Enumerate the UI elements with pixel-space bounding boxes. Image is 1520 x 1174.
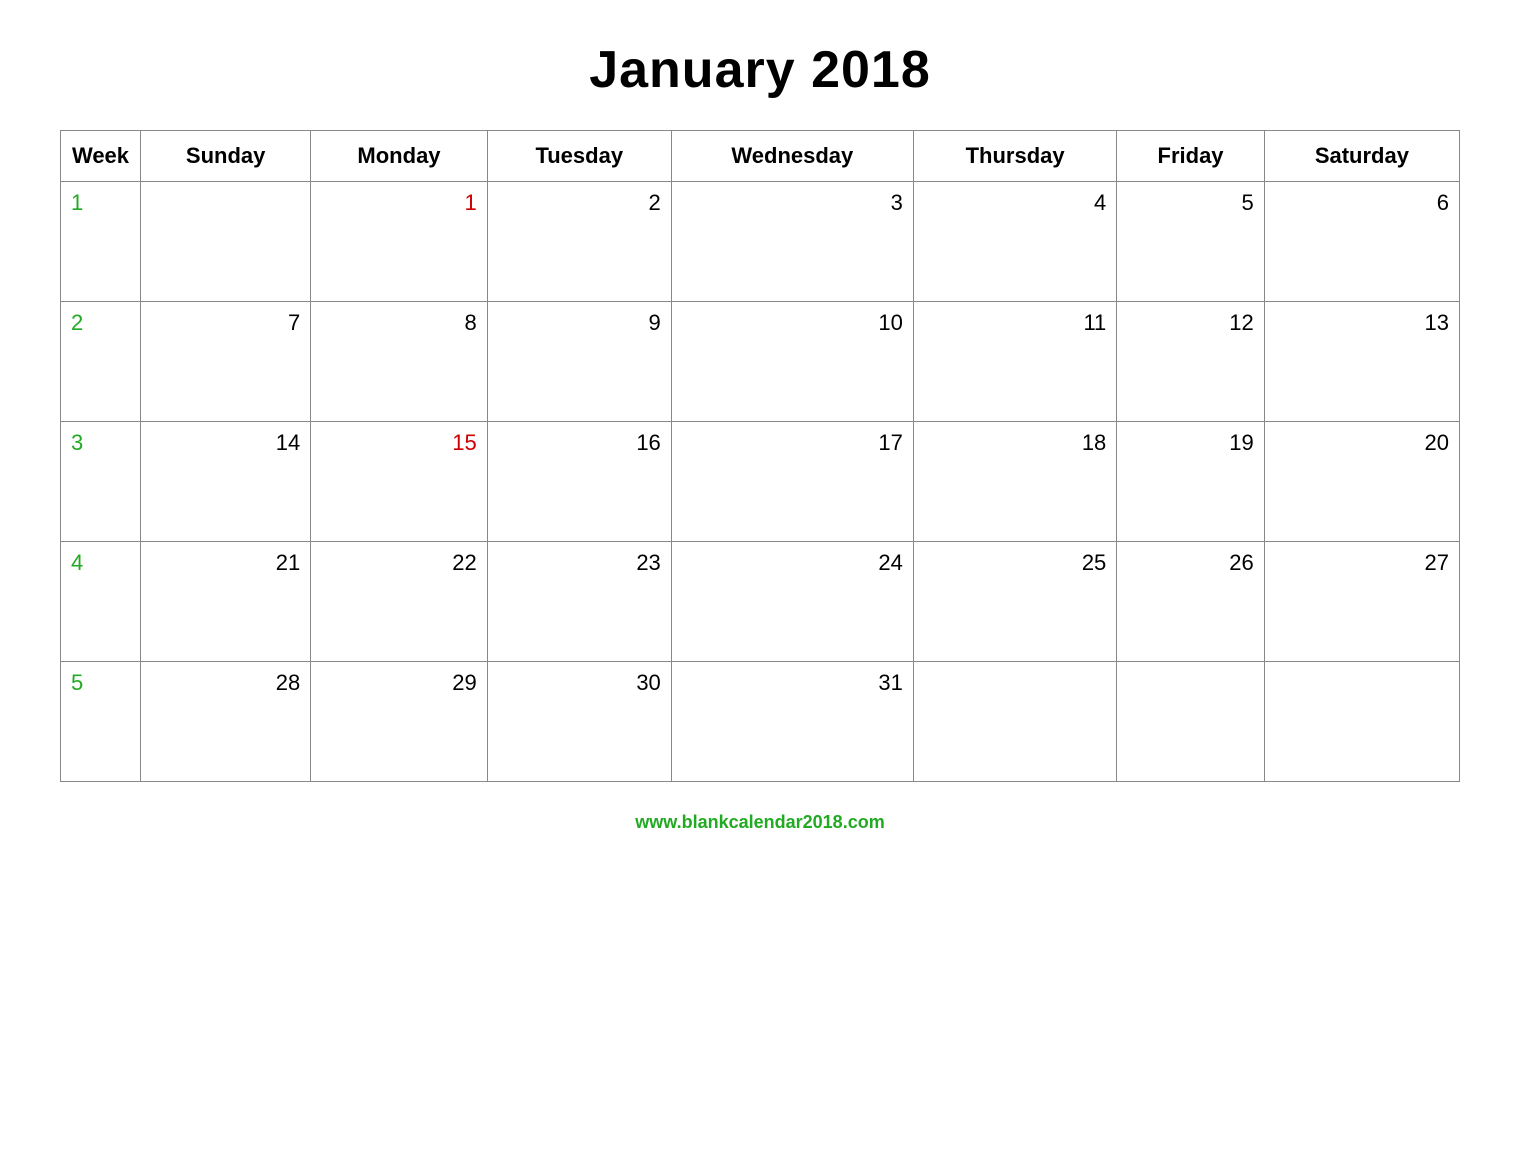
header-wednesday: Wednesday	[671, 131, 913, 182]
day-cell-13: 13	[1264, 302, 1459, 422]
header-row: Week Sunday Monday Tuesday Wednesday Thu…	[61, 131, 1460, 182]
day-cell-11: 11	[913, 302, 1116, 422]
week-label: 3	[71, 430, 83, 455]
day-cell-empty	[141, 182, 311, 302]
day-cell-21: 21	[141, 542, 311, 662]
day-cell-26: 26	[1117, 542, 1264, 662]
header-saturday: Saturday	[1264, 131, 1459, 182]
calendar-table: Week Sunday Monday Tuesday Wednesday Thu…	[60, 130, 1460, 782]
day-cell-28: 28	[141, 662, 311, 782]
week-label: 2	[71, 310, 83, 335]
footer-link: www.blankcalendar2018.com	[635, 812, 884, 833]
week-row-5: 5 28293031	[61, 662, 1460, 782]
day-cell-17: 17	[671, 422, 913, 542]
footer-url[interactable]: www.blankcalendar2018.com	[635, 812, 884, 832]
week-row-1: 1123456	[61, 182, 1460, 302]
day-cell-8: 8	[311, 302, 487, 422]
day-cell-5: 5	[1117, 182, 1264, 302]
day-cell-20: 20	[1264, 422, 1459, 542]
header-sunday: Sunday	[141, 131, 311, 182]
day-cell-2: 2	[487, 182, 671, 302]
day-cell-19: 19	[1117, 422, 1264, 542]
day-cell-empty	[913, 662, 1116, 782]
day-cell-1: 1	[311, 182, 487, 302]
day-cell-23: 23	[487, 542, 671, 662]
calendar-title: January 2018	[589, 40, 931, 100]
week-row-4: 4 21222324252627	[61, 542, 1460, 662]
week-row-2: 2 78910111213	[61, 302, 1460, 422]
header-week: Week	[61, 131, 141, 182]
header-thursday: Thursday	[913, 131, 1116, 182]
day-cell-30: 30	[487, 662, 671, 782]
week-number-3: 3	[61, 422, 141, 542]
week-label: 5	[71, 670, 83, 695]
week-number-4: 4	[61, 542, 141, 662]
header-tuesday: Tuesday	[487, 131, 671, 182]
day-cell-empty	[1117, 662, 1264, 782]
day-cell-14: 14	[141, 422, 311, 542]
week-number-2: 2	[61, 302, 141, 422]
day-cell-3: 3	[671, 182, 913, 302]
day-cell-empty	[1264, 662, 1459, 782]
day-cell-9: 9	[487, 302, 671, 422]
week-number-5: 5	[61, 662, 141, 782]
day-cell-22: 22	[311, 542, 487, 662]
day-cell-27: 27	[1264, 542, 1459, 662]
day-cell-6: 6	[1264, 182, 1459, 302]
day-cell-18: 18	[913, 422, 1116, 542]
week-label: 1	[71, 190, 83, 215]
day-cell-31: 31	[671, 662, 913, 782]
day-cell-16: 16	[487, 422, 671, 542]
header-friday: Friday	[1117, 131, 1264, 182]
week-row-3: 3 14151617181920	[61, 422, 1460, 542]
day-cell-25: 25	[913, 542, 1116, 662]
day-cell-12: 12	[1117, 302, 1264, 422]
day-cell-29: 29	[311, 662, 487, 782]
day-cell-7: 7	[141, 302, 311, 422]
header-monday: Monday	[311, 131, 487, 182]
day-cell-24: 24	[671, 542, 913, 662]
week-label: 4	[71, 550, 83, 575]
week-number-1: 1	[61, 182, 141, 302]
day-cell-4: 4	[913, 182, 1116, 302]
day-cell-10: 10	[671, 302, 913, 422]
day-cell-15: 15	[311, 422, 487, 542]
